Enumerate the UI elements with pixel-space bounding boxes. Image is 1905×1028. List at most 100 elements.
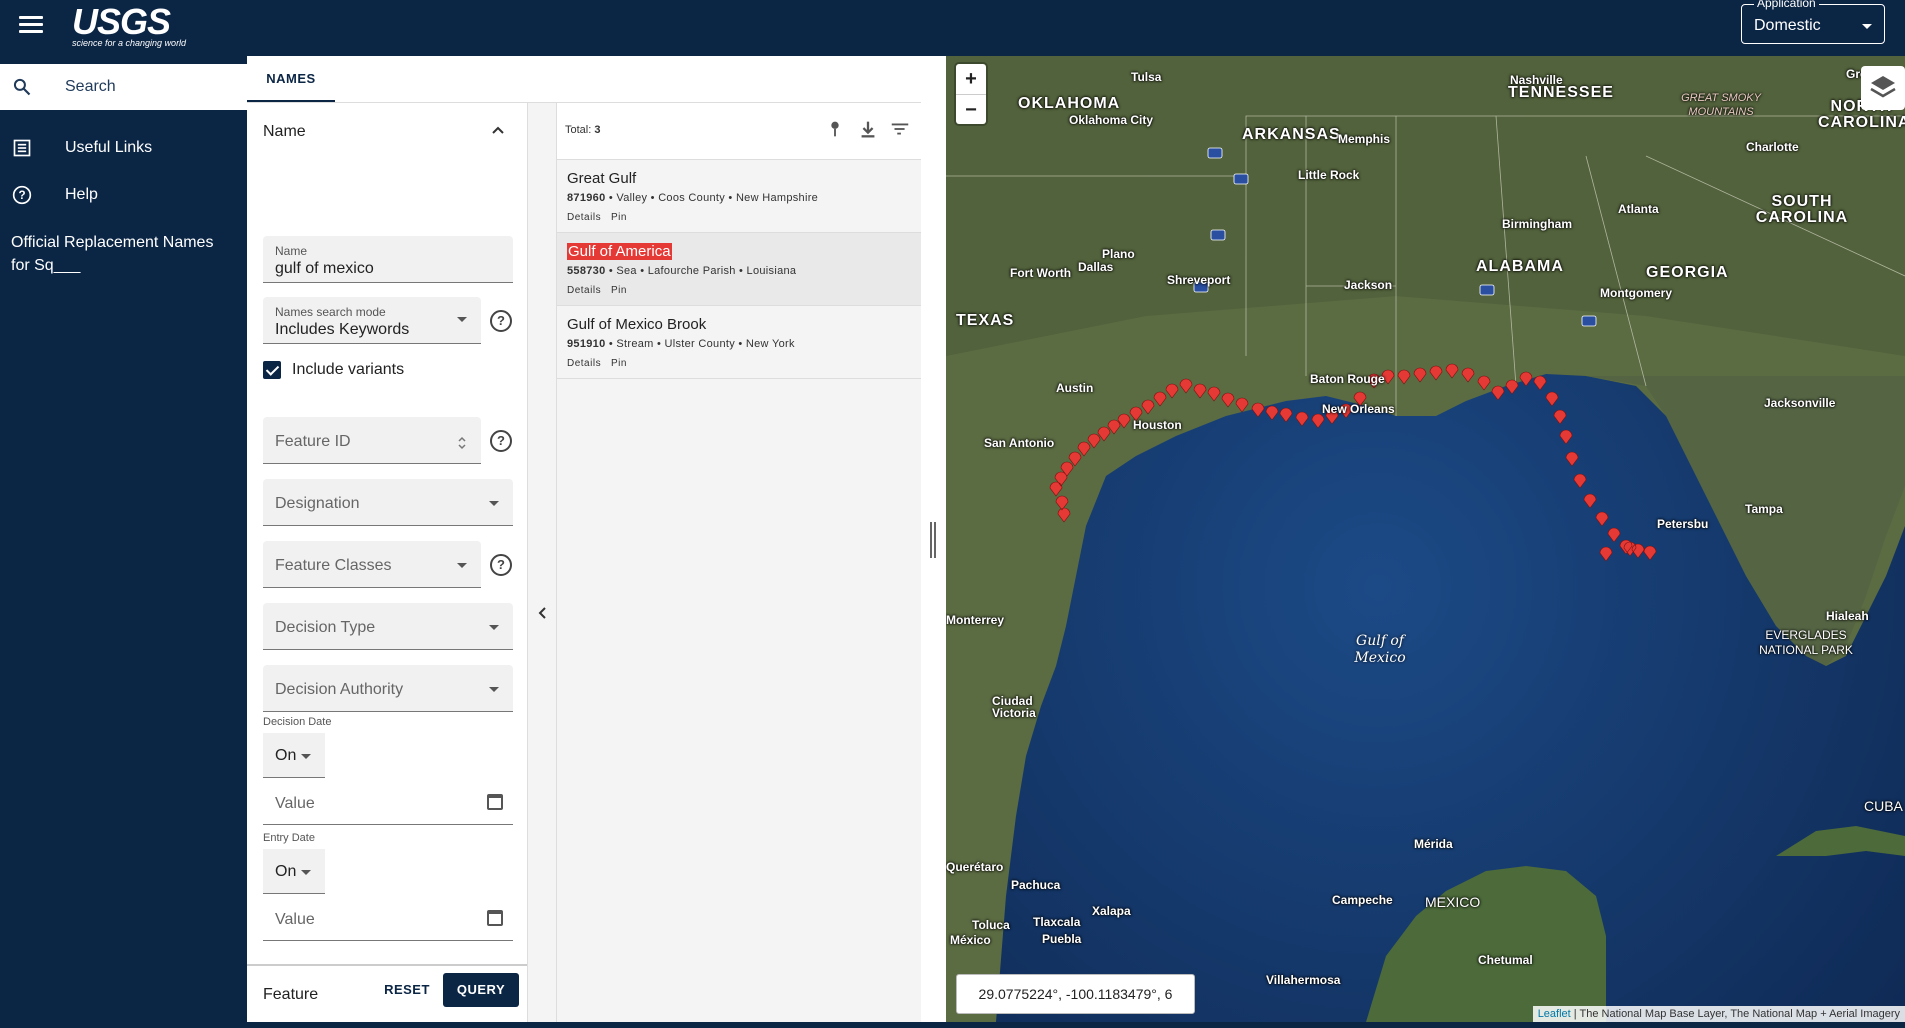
zoom-in-button[interactable]: + [956,64,986,95]
leaflet-link[interactable]: Leaflet [1538,1008,1571,1020]
map-label: Puebla [1042,932,1082,946]
calendar-icon[interactable] [487,910,503,926]
caret-down-icon [1862,24,1872,29]
entry-date-operator-select[interactable]: On [263,849,325,894]
map-label: ALABAMA [1476,258,1564,275]
designation-select[interactable]: Designation [263,479,513,526]
section-title: Feature [263,986,319,1003]
map-label: Montgomery [1600,286,1672,300]
logo-wordmark: USGS [72,1,171,42]
search-mode-value: Includes Keywords [275,321,410,338]
map-label: Monterrey [946,613,1005,627]
help-icon[interactable]: ? [490,554,512,576]
help-icon[interactable]: ? [490,310,512,332]
result-name[interactable]: Gulf of America [567,243,672,260]
results-total: Total: 3 [565,124,601,136]
map-label: Querétaro [946,860,1004,874]
collapse-form-toggle[interactable] [528,103,557,1022]
reset-button[interactable]: RESET [377,973,437,1007]
decision-type-select[interactable]: Decision Type [263,603,513,650]
section-title: Name [263,123,306,140]
pin-link[interactable]: Pin [611,358,627,369]
map-label: Dallas [1078,260,1114,274]
dropdown-arrow-icon [301,754,311,759]
map-label: Xalapa [1092,904,1131,918]
decision-authority-select[interactable]: Decision Authority [263,665,513,712]
map-label: Shreveport [1167,273,1231,287]
bottom-edge [0,1022,1905,1028]
details-link[interactable]: Details [567,212,601,223]
pin-icon[interactable] [824,118,846,140]
name-field[interactable]: Name gulf of mexico [263,236,513,283]
tab-names[interactable]: NAMES [247,56,335,102]
sidebar-item-label: Search [65,78,116,95]
map-label: Hialeah [1826,609,1869,623]
chevron-left-icon [538,607,546,619]
include-variants-label: Include variants [292,361,405,378]
decision-date-operator-select[interactable]: On [263,733,325,778]
query-button[interactable]: QUERY [443,973,519,1007]
map-label: San Antonio [984,436,1055,450]
name-section-header[interactable]: Name [247,103,527,161]
panel-resize-handle[interactable] [921,56,946,1022]
zoom-out-button[interactable]: − [956,95,986,125]
usgs-logo[interactable]: USGS science for a changing world [72,1,186,49]
decision-type-placeholder: Decision Type [275,619,376,636]
result-meta: 871960 • Valley • Coos County • New Hamp… [567,192,819,204]
pin-link[interactable]: Pin [611,212,627,223]
top-app-bar: USGS science for a changing world Applic… [0,0,1905,56]
download-icon[interactable] [857,118,879,140]
map-label: Tampa [1745,502,1783,516]
result-item[interactable]: Gulf of Mexico Brook 951910 • Stream • U… [557,306,921,379]
include-variants-checkbox[interactable] [263,361,281,379]
map-label: ARKANSAS [1242,126,1341,143]
details-link[interactable]: Details [567,358,601,369]
map-label: Austin [1056,381,1094,395]
map-label: GREAT SMOKY MOUNTAINS [1681,92,1761,118]
decision-date-input[interactable]: Value [263,780,513,825]
menu-icon[interactable] [19,16,43,36]
application-select[interactable]: Application Domestic [1741,0,1885,44]
operator-value: On [275,863,297,880]
map-label: Plano [1102,247,1135,261]
sidebar-item-help[interactable]: ? Help [0,175,247,215]
layers-icon [1870,76,1896,98]
dropdown-arrow-icon [457,563,467,568]
list-icon [13,139,31,157]
layers-button[interactable] [1861,66,1905,110]
map-label: MEXICO [1425,894,1481,910]
search-icon [13,78,31,96]
sidebar-official-replacement-names[interactable]: Official Replacement Names for Sq___ [11,231,226,277]
map-label: Ciudad Victoria [992,694,1036,720]
pin-link[interactable]: Pin [611,285,627,296]
result-item[interactable]: Great Gulf 871960 • Valley • Coos County… [557,160,921,233]
results-header: Total: 3 [557,103,921,160]
map-label: Memphis [1338,132,1391,146]
map-label: Jackson [1344,278,1393,292]
decision-authority-placeholder: Decision Authority [275,681,404,698]
details-link[interactable]: Details [567,285,601,296]
result-name[interactable]: Gulf of Mexico Brook [567,316,706,333]
feature-id-placeholder: Feature ID [275,433,351,450]
map-label: Campeche [1332,893,1393,907]
tab-bar: NAMES [247,56,921,103]
help-icon[interactable]: ? [490,430,512,452]
feature-id-input[interactable]: Feature ID [263,417,481,464]
sidebar-item-useful-links[interactable]: Useful Links [0,128,247,168]
map-label: Birmingham [1502,217,1573,231]
names-search-mode-select[interactable]: Names search mode Includes Keywords [263,297,481,344]
calendar-icon[interactable] [487,794,503,810]
feature-classes-select[interactable]: Feature Classes [263,541,481,588]
decision-date-placeholder: Value [275,795,315,812]
search-mode-label: Names search mode [275,305,386,319]
entry-date-input[interactable]: Value [263,896,513,941]
result-name[interactable]: Great Gulf [567,170,636,187]
map-view[interactable]: OKLAHOMA ARKANSAS TENNESSEE NORTH CAROLI… [946,56,1905,1022]
stepper-icon[interactable] [457,435,467,451]
result-item[interactable]: Gulf of America 558730 • Sea • Lafourche… [557,233,921,306]
sort-icon[interactable] [889,118,911,140]
entry-date-placeholder: Value [275,911,315,928]
sidebar-item-search[interactable]: Search [0,64,247,110]
attribution-text: | The National Map Base Layer, The Natio… [1573,1008,1900,1020]
gulf-label: Gulf of Mexico [1354,633,1406,666]
